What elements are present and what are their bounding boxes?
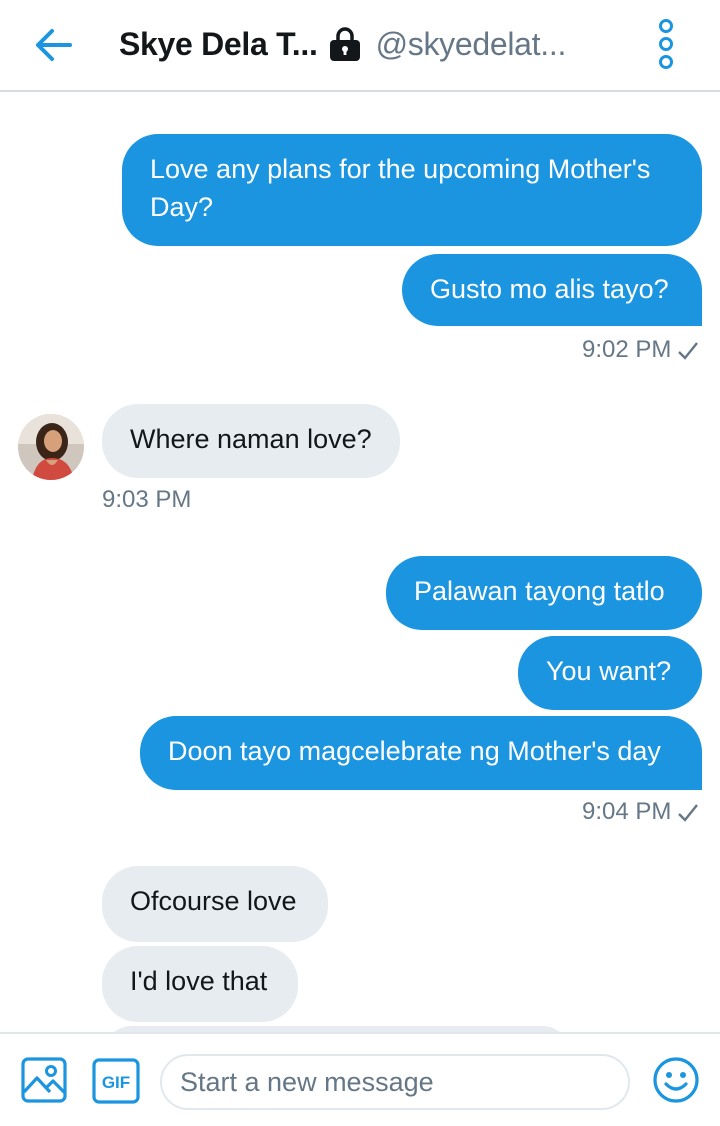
check-icon	[678, 803, 699, 822]
outgoing-message[interactable]: Palawan tayong tatlo	[386, 556, 702, 630]
check-icon	[678, 341, 699, 360]
avatar[interactable]	[18, 414, 84, 480]
timestamp-text: 9:02 PM	[582, 336, 672, 363]
contact-name: Skye Dela T...	[119, 25, 318, 62]
conversation-header: Skye Dela T... @skyedelat...	[0, 0, 720, 92]
timestamp-text: 9:04 PM	[582, 798, 672, 825]
outgoing-message[interactable]: Doon tayo magcelebrate ng Mother's day	[140, 716, 702, 790]
message-composer: GIF	[0, 1032, 720, 1126]
emoji-icon[interactable]	[652, 1056, 700, 1104]
incoming-message[interactable]: Ofcourse love	[102, 866, 328, 942]
avatar-image	[18, 414, 84, 480]
gif-icon: GIF	[92, 1058, 140, 1104]
back-arrow-icon[interactable]	[30, 22, 76, 68]
incoming-message[interactable]: I'd love that	[102, 946, 298, 1022]
outgoing-message[interactable]: You want?	[518, 636, 702, 710]
more-vertical-icon[interactable]	[648, 18, 684, 70]
gif-button[interactable]: GIF	[92, 1058, 140, 1104]
image-icon[interactable]	[20, 1056, 68, 1104]
message-input[interactable]	[160, 1054, 630, 1110]
contact-handle: @skyedelat...	[375, 25, 567, 62]
lock-icon	[329, 27, 360, 61]
message-timestamp: 9:02 PM	[582, 336, 699, 364]
gif-label: GIF	[102, 1073, 130, 1092]
conversation-title[interactable]: Skye Dela T... @skyedelat...	[119, 22, 619, 66]
message-timestamp: 9:03 PM	[102, 486, 192, 513]
outgoing-message[interactable]: Gusto mo alis tayo?	[402, 254, 702, 326]
outgoing-message[interactable]: Love any plans for the upcoming Mother's…	[122, 134, 702, 246]
message-timestamp: 9:04 PM	[582, 798, 699, 826]
incoming-message[interactable]: Where naman love?	[102, 404, 400, 478]
